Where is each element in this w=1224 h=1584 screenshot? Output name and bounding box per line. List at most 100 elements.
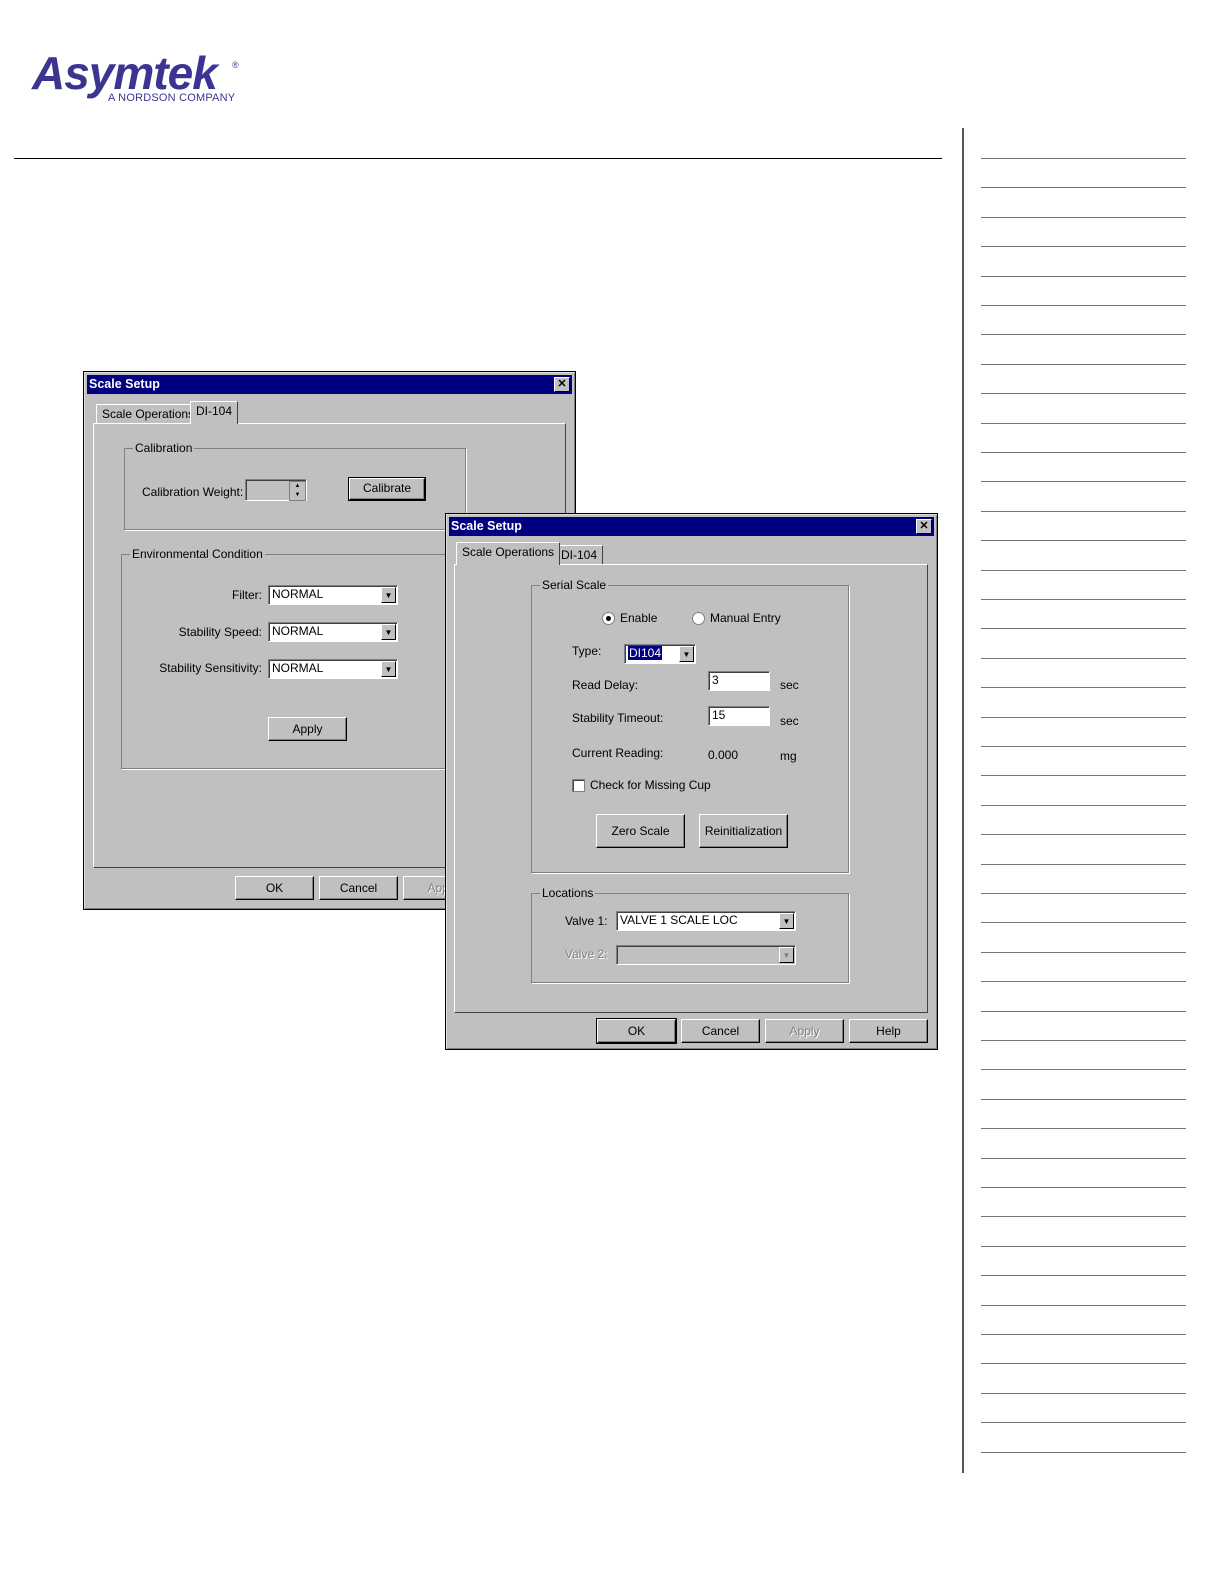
note-line: [981, 363, 1186, 365]
type-label: Type:: [572, 644, 602, 658]
locations-group: Locations Valve 1: VALVE 1 SCALE LOC ▼ V…: [531, 886, 849, 983]
note-line: [981, 422, 1186, 424]
close-icon[interactable]: ✕: [916, 519, 932, 534]
environmental-condition-group: Environmental Condition Filter: NORMAL ▼…: [121, 547, 468, 769]
type-select[interactable]: DI104 ▼: [624, 644, 696, 664]
stability-sensitivity-select[interactable]: NORMAL ▼: [268, 659, 398, 679]
note-line: [981, 1245, 1186, 1247]
stability-speed-select[interactable]: NORMAL ▼: [268, 622, 398, 642]
ok-button[interactable]: OK: [596, 1018, 677, 1044]
note-line: [981, 1216, 1186, 1218]
stability-timeout-label: Stability Timeout:: [572, 711, 664, 725]
chevron-down-icon[interactable]: ▼: [679, 646, 694, 662]
note-line: [981, 1157, 1186, 1159]
logo-registered-mark: ®: [232, 60, 239, 70]
filter-select[interactable]: NORMAL ▼: [268, 585, 398, 605]
chevron-down-icon[interactable]: ▼: [381, 624, 396, 640]
note-line: [981, 893, 1186, 894]
group-label: Calibration: [133, 441, 195, 455]
chevron-down-icon[interactable]: ▼: [381, 587, 396, 603]
calibrate-button[interactable]: Calibrate: [348, 477, 426, 501]
scale-setup-dialog-operations: Scale Setup ✕ Scale Operations DI-104 Se…: [445, 513, 938, 1050]
valve1-select[interactable]: VALVE 1 SCALE LOC ▼: [616, 911, 796, 931]
note-line: [981, 863, 1186, 865]
serial-scale-group: Serial Scale Enable Manual Entry Type: D…: [531, 578, 849, 873]
valve2-select[interactable]: ▼: [616, 945, 796, 965]
apply-button[interactable]: Apply: [765, 1019, 844, 1043]
ok-button[interactable]: OK: [235, 876, 314, 900]
missing-cup-checkbox[interactable]: [572, 779, 585, 792]
note-line: [981, 1069, 1186, 1071]
calibration-weight-label: Calibration Weight:: [142, 485, 244, 499]
asymtek-logo: Asymtek ® A NORDSON COMPANY: [32, 48, 252, 108]
note-line: [981, 1098, 1186, 1100]
tab-di104[interactable]: DI-104: [555, 545, 604, 565]
read-delay-label: Read Delay:: [572, 678, 639, 692]
calibration-group: Calibration Calibration Weight: ▲ ▼ Calib…: [124, 441, 466, 530]
current-reading-value: 0.000: [708, 748, 739, 762]
note-line: [981, 246, 1186, 248]
radio-dot: [606, 616, 611, 621]
valve2-label: Valve 2:: [565, 947, 608, 961]
note-line: [981, 1187, 1186, 1188]
cancel-button[interactable]: Cancel: [319, 876, 398, 900]
note-line: [981, 216, 1186, 218]
chevron-down-icon[interactable]: ▼: [779, 947, 794, 963]
dialog-titlebar[interactable]: Scale Setup ✕: [449, 517, 934, 536]
reinitialization-button[interactable]: Reinitialization: [699, 814, 788, 848]
stability-timeout-input[interactable]: 15: [708, 706, 770, 726]
note-line: [981, 804, 1186, 806]
note-line: [981, 452, 1186, 453]
dialog-titlebar[interactable]: Scale Setup ✕: [87, 375, 572, 394]
filter-label: Filter:: [232, 588, 262, 602]
note-line: [981, 481, 1186, 483]
cancel-button[interactable]: Cancel: [681, 1019, 760, 1043]
enable-label[interactable]: Enable: [620, 611, 657, 625]
chevron-down-icon[interactable]: ▼: [381, 661, 396, 677]
note-line: [981, 393, 1186, 395]
group-label: Locations: [540, 886, 596, 900]
dialog-title: Scale Setup: [89, 377, 160, 391]
note-line: [981, 746, 1186, 747]
note-line: [981, 510, 1186, 512]
tab-di104[interactable]: DI-104: [190, 401, 239, 424]
note-line: [981, 187, 1186, 189]
tab-scale-operations[interactable]: Scale Operations: [96, 404, 201, 424]
current-reading-unit: mg: [780, 749, 797, 763]
note-line: [981, 1451, 1186, 1453]
note-line: [981, 687, 1186, 689]
chevron-down-icon[interactable]: ▼: [779, 913, 794, 929]
spin-arrows-icon[interactable]: ▲ ▼: [289, 481, 306, 501]
note-line: [981, 158, 1186, 159]
valve1-label: Valve 1:: [565, 914, 608, 928]
note-line: [981, 1392, 1186, 1394]
help-button[interactable]: Help: [849, 1019, 928, 1043]
missing-cup-label[interactable]: Check for Missing Cup: [590, 778, 711, 792]
note-line: [981, 599, 1186, 600]
tab-panel: Serial Scale Enable Manual Entry Type: D…: [454, 564, 928, 1013]
note-line: [981, 1128, 1186, 1130]
note-line: [981, 628, 1186, 630]
apply-environment-button[interactable]: Apply: [268, 717, 347, 741]
note-line: [981, 981, 1186, 983]
stability-timeout-unit: sec: [780, 714, 799, 728]
note-line: [981, 1334, 1186, 1335]
manual-entry-label[interactable]: Manual Entry: [710, 611, 781, 625]
note-line: [981, 275, 1186, 277]
note-line: [981, 951, 1186, 953]
zero-scale-button[interactable]: Zero Scale: [596, 814, 685, 848]
note-line: [981, 1363, 1186, 1365]
close-icon[interactable]: ✕: [554, 377, 570, 392]
enable-radio[interactable]: [602, 612, 615, 625]
note-line: [981, 569, 1186, 571]
group-label: Serial Scale: [540, 578, 609, 592]
stability-speed-label: Stability Speed:: [178, 625, 262, 639]
note-line: [981, 540, 1186, 542]
logo-wordmark: Asymtek: [32, 47, 218, 99]
manual-entry-radio[interactable]: [692, 612, 705, 625]
tab-scale-operations[interactable]: Scale Operations: [456, 542, 561, 565]
note-line: [981, 922, 1186, 924]
group-label: Environmental Condition: [130, 547, 265, 561]
read-delay-input[interactable]: 3: [708, 671, 770, 691]
note-line: [981, 1422, 1186, 1424]
